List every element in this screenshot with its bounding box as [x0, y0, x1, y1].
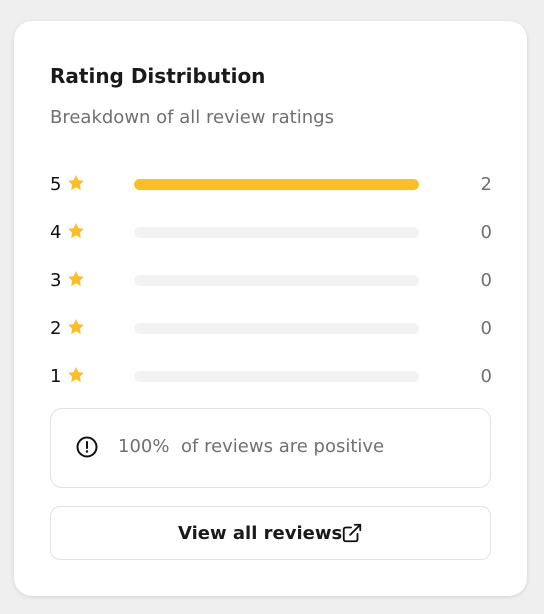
rating-row-3: 3 0 — [50, 267, 492, 295]
external-link-icon — [342, 523, 362, 543]
positive-percent: 100% — [118, 436, 170, 457]
rating-row-2: 2 0 — [50, 315, 492, 343]
rating-row-label: 3 — [50, 270, 62, 291]
card-title: Rating Distribution — [50, 64, 266, 88]
star-icon — [68, 271, 84, 287]
rating-row-label: 2 — [50, 318, 62, 339]
rating-row-label: 4 — [50, 222, 62, 243]
rating-row-label: 5 — [50, 174, 62, 195]
rating-row-count: 0 — [480, 318, 492, 339]
rating-row-count: 0 — [480, 270, 492, 291]
rating-row-5: 5 2 — [50, 171, 492, 199]
rating-row-1: 1 0 — [50, 363, 492, 391]
rating-bar-track — [134, 371, 419, 382]
star-icon — [68, 175, 84, 191]
star-icon — [68, 319, 84, 335]
star-icon — [68, 223, 84, 239]
positive-summary-box: 100% of reviews are positive — [50, 408, 491, 488]
alert-circle-icon — [76, 436, 98, 458]
view-all-reviews-button[interactable]: View all reviews — [50, 506, 491, 560]
rating-bar-track — [134, 275, 419, 286]
card-subtitle: Breakdown of all review ratings — [50, 107, 334, 128]
rating-bar-track — [134, 227, 419, 238]
rating-row-count: 0 — [480, 222, 492, 243]
positive-summary-text: of reviews are positive — [181, 436, 385, 457]
rating-bar-track — [134, 179, 419, 190]
rating-row-count: 0 — [480, 366, 492, 387]
rating-bar-track — [134, 323, 419, 334]
rating-bar-fill — [134, 179, 419, 190]
rating-row-count: 2 — [480, 174, 492, 195]
view-all-reviews-label: View all reviews — [178, 523, 343, 544]
rating-distribution-card: Rating Distribution Breakdown of all rev… — [14, 21, 527, 596]
star-icon — [68, 367, 84, 383]
rating-row-4: 4 0 — [50, 219, 492, 247]
rating-row-label: 1 — [50, 366, 62, 387]
